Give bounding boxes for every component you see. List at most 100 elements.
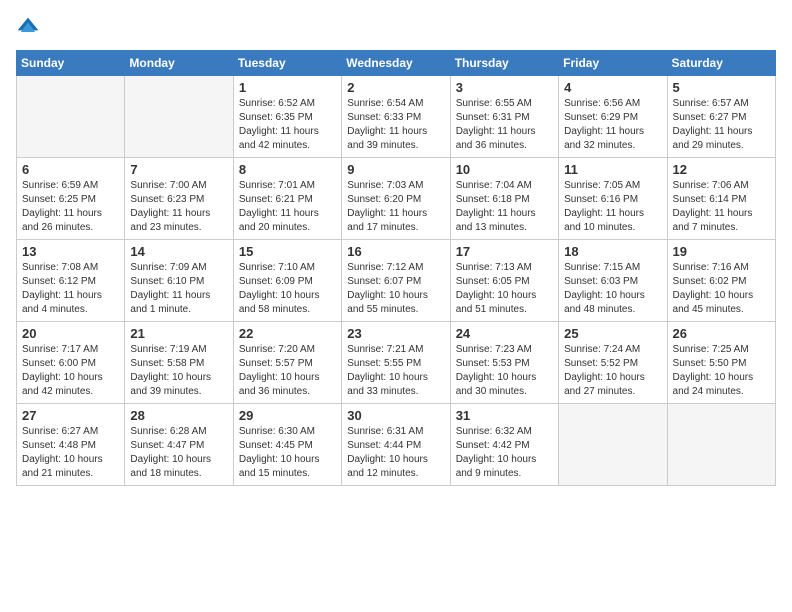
- day-number: 25: [564, 326, 661, 341]
- day-info: Sunrise: 6:30 AM Sunset: 4:45 PM Dayligh…: [239, 425, 336, 481]
- calendar-cell: 9 Sunrise: 7:03 AM Sunset: 6:20 PM Daylig…: [342, 158, 450, 240]
- day-number: 5: [673, 80, 770, 95]
- calendar-cell: 10 Sunrise: 7:04 AM Sunset: 6:18 PM Dayli…: [450, 158, 558, 240]
- day-number: 9: [347, 162, 444, 177]
- calendar-cell: 12 Sunrise: 7:06 AM Sunset: 6:14 PM Dayli…: [667, 158, 775, 240]
- calendar-cell: 7 Sunrise: 7:00 AM Sunset: 6:23 PM Daylig…: [125, 158, 233, 240]
- calendar-cell: 25 Sunrise: 7:24 AM Sunset: 5:52 PM Dayli…: [559, 322, 667, 404]
- day-number: 26: [673, 326, 770, 341]
- day-number: 14: [130, 244, 227, 259]
- day-info: Sunrise: 7:10 AM Sunset: 6:09 PM Dayligh…: [239, 261, 336, 317]
- day-number: 13: [22, 244, 119, 259]
- calendar-cell: 21 Sunrise: 7:19 AM Sunset: 5:58 PM Dayli…: [125, 322, 233, 404]
- day-number: 3: [456, 80, 553, 95]
- day-info: Sunrise: 7:19 AM Sunset: 5:58 PM Dayligh…: [130, 343, 227, 399]
- calendar-cell: 6Sunrise: 6:59 AM Sunset: 6:25 PM Daylig…: [17, 158, 125, 240]
- day-info: Sunrise: 6:32 AM Sunset: 4:42 PM Dayligh…: [456, 425, 553, 481]
- day-info: Sunrise: 7:16 AM Sunset: 6:02 PM Dayligh…: [673, 261, 770, 317]
- day-info: Sunrise: 7:12 AM Sunset: 6:07 PM Dayligh…: [347, 261, 444, 317]
- weekday-header: Sunday: [17, 51, 125, 76]
- calendar-week-row: 27Sunrise: 6:27 AM Sunset: 4:48 PM Dayli…: [17, 404, 776, 486]
- day-number: 2: [347, 80, 444, 95]
- calendar-table: SundayMondayTuesdayWednesdayThursdayFrid…: [16, 50, 776, 486]
- day-info: Sunrise: 7:23 AM Sunset: 5:53 PM Dayligh…: [456, 343, 553, 399]
- calendar-cell: 8Sunrise: 7:01 AM Sunset: 6:21 PM Daylig…: [233, 158, 341, 240]
- calendar-cell: [17, 76, 125, 158]
- calendar-cell: 19 Sunrise: 7:16 AM Sunset: 6:02 PM Dayli…: [667, 240, 775, 322]
- day-number: 4: [564, 80, 661, 95]
- day-number: 17: [456, 244, 553, 259]
- calendar-cell: 20 Sunrise: 7:17 AM Sunset: 6:00 PM Dayli…: [17, 322, 125, 404]
- day-number: 19: [673, 244, 770, 259]
- header: [16, 16, 776, 40]
- day-info: Sunrise: 6:52 AM Sunset: 6:35 PM Dayligh…: [239, 97, 336, 153]
- day-number: 20: [22, 326, 119, 341]
- day-info: Sunrise: 7:15 AM Sunset: 6:03 PM Dayligh…: [564, 261, 661, 317]
- calendar-cell: 13 Sunrise: 7:08 AM Sunset: 6:12 PM Dayli…: [17, 240, 125, 322]
- day-number: 24: [456, 326, 553, 341]
- logo-icon: [16, 16, 40, 40]
- day-number: 1: [239, 80, 336, 95]
- weekday-header: Tuesday: [233, 51, 341, 76]
- logo: [16, 16, 44, 40]
- calendar-cell: 22Sunrise: 7:20 AM Sunset: 5:57 PM Dayli…: [233, 322, 341, 404]
- weekday-header: Friday: [559, 51, 667, 76]
- weekday-header: Saturday: [667, 51, 775, 76]
- calendar-cell: 31Sunrise: 6:32 AM Sunset: 4:42 PM Dayli…: [450, 404, 558, 486]
- calendar-cell: 16 Sunrise: 7:12 AM Sunset: 6:07 PM Dayli…: [342, 240, 450, 322]
- day-number: 15: [239, 244, 336, 259]
- day-number: 30: [347, 408, 444, 423]
- calendar-cell: 1 Sunrise: 6:52 AM Sunset: 6:35 PM Daylig…: [233, 76, 341, 158]
- day-info: Sunrise: 7:09 AM Sunset: 6:10 PM Dayligh…: [130, 261, 227, 317]
- day-info: Sunrise: 7:20 AM Sunset: 5:57 PM Dayligh…: [239, 343, 336, 399]
- weekday-header: Wednesday: [342, 51, 450, 76]
- calendar-cell: 4Sunrise: 6:56 AM Sunset: 6:29 PM Daylig…: [559, 76, 667, 158]
- weekday-header: Monday: [125, 51, 233, 76]
- day-info: Sunrise: 6:28 AM Sunset: 4:47 PM Dayligh…: [130, 425, 227, 481]
- calendar-cell: 3Sunrise: 6:55 AM Sunset: 6:31 PM Daylig…: [450, 76, 558, 158]
- day-number: 12: [673, 162, 770, 177]
- weekday-header: Thursday: [450, 51, 558, 76]
- calendar-week-row: 13 Sunrise: 7:08 AM Sunset: 6:12 PM Dayli…: [17, 240, 776, 322]
- day-info: Sunrise: 7:03 AM Sunset: 6:20 PM Dayligh…: [347, 179, 444, 235]
- day-number: 28: [130, 408, 227, 423]
- header-row: SundayMondayTuesdayWednesdayThursdayFrid…: [17, 51, 776, 76]
- day-info: Sunrise: 7:06 AM Sunset: 6:14 PM Dayligh…: [673, 179, 770, 235]
- calendar-cell: 27Sunrise: 6:27 AM Sunset: 4:48 PM Dayli…: [17, 404, 125, 486]
- calendar-cell: 23Sunrise: 7:21 AM Sunset: 5:55 PM Dayli…: [342, 322, 450, 404]
- day-number: 18: [564, 244, 661, 259]
- day-number: 10: [456, 162, 553, 177]
- calendar-cell: 30 Sunrise: 6:31 AM Sunset: 4:44 PM Dayli…: [342, 404, 450, 486]
- day-info: Sunrise: 7:08 AM Sunset: 6:12 PM Dayligh…: [22, 261, 119, 317]
- calendar-cell: 24 Sunrise: 7:23 AM Sunset: 5:53 PM Dayli…: [450, 322, 558, 404]
- day-info: Sunrise: 7:00 AM Sunset: 6:23 PM Dayligh…: [130, 179, 227, 235]
- day-info: Sunrise: 7:17 AM Sunset: 6:00 PM Dayligh…: [22, 343, 119, 399]
- day-info: Sunrise: 7:05 AM Sunset: 6:16 PM Dayligh…: [564, 179, 661, 235]
- day-info: Sunrise: 6:59 AM Sunset: 6:25 PM Dayligh…: [22, 179, 119, 235]
- calendar-cell: 2 Sunrise: 6:54 AM Sunset: 6:33 PM Daylig…: [342, 76, 450, 158]
- day-number: 7: [130, 162, 227, 177]
- calendar-cell: 26 Sunrise: 7:25 AM Sunset: 5:50 PM Dayli…: [667, 322, 775, 404]
- day-info: Sunrise: 6:57 AM Sunset: 6:27 PM Dayligh…: [673, 97, 770, 153]
- day-number: 23: [347, 326, 444, 341]
- calendar-week-row: 1 Sunrise: 6:52 AM Sunset: 6:35 PM Daylig…: [17, 76, 776, 158]
- day-number: 16: [347, 244, 444, 259]
- calendar-cell: 14 Sunrise: 7:09 AM Sunset: 6:10 PM Dayli…: [125, 240, 233, 322]
- day-info: Sunrise: 6:54 AM Sunset: 6:33 PM Dayligh…: [347, 97, 444, 153]
- day-number: 29: [239, 408, 336, 423]
- calendar-cell: 15 Sunrise: 7:10 AM Sunset: 6:09 PM Dayli…: [233, 240, 341, 322]
- calendar-cell: [559, 404, 667, 486]
- day-number: 21: [130, 326, 227, 341]
- day-info: Sunrise: 7:24 AM Sunset: 5:52 PM Dayligh…: [564, 343, 661, 399]
- calendar-cell: 11Sunrise: 7:05 AM Sunset: 6:16 PM Dayli…: [559, 158, 667, 240]
- calendar-cell: 29 Sunrise: 6:30 AM Sunset: 4:45 PM Dayli…: [233, 404, 341, 486]
- calendar-cell: [667, 404, 775, 486]
- day-info: Sunrise: 7:25 AM Sunset: 5:50 PM Dayligh…: [673, 343, 770, 399]
- day-number: 8: [239, 162, 336, 177]
- day-info: Sunrise: 6:31 AM Sunset: 4:44 PM Dayligh…: [347, 425, 444, 481]
- calendar-week-row: 6Sunrise: 6:59 AM Sunset: 6:25 PM Daylig…: [17, 158, 776, 240]
- calendar-cell: 28 Sunrise: 6:28 AM Sunset: 4:47 PM Dayli…: [125, 404, 233, 486]
- day-info: Sunrise: 7:04 AM Sunset: 6:18 PM Dayligh…: [456, 179, 553, 235]
- calendar-cell: [125, 76, 233, 158]
- day-info: Sunrise: 6:27 AM Sunset: 4:48 PM Dayligh…: [22, 425, 119, 481]
